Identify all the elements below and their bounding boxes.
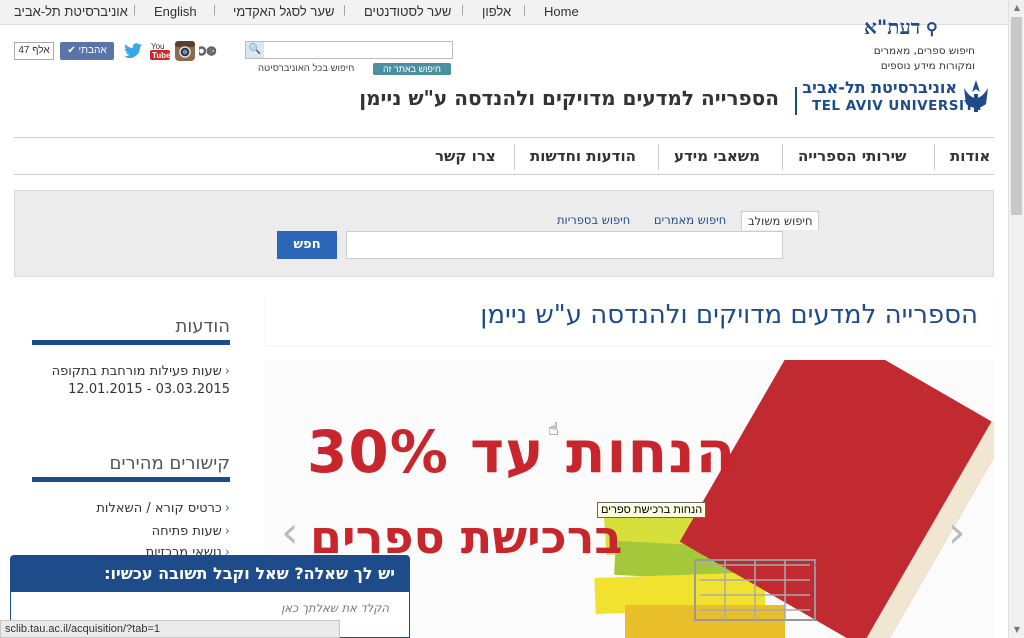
nav-about[interactable]: אודות: [950, 138, 990, 174]
announcement-text: שעות פעילות מורחבת בתקופה 03.03.2015 - 1…: [51, 364, 230, 397]
topbar-link-students[interactable]: שער לסטודנטים: [364, 4, 451, 19]
search-scope-site[interactable]: חיפוש באתר זה: [373, 63, 451, 75]
hand-cursor-icon: ☝: [548, 419, 559, 440]
nav-library-services[interactable]: שירותי הספרייה: [798, 138, 906, 174]
main-nav: אודות שירותי הספרייה משאבי מידע הודעות ו…: [14, 137, 994, 175]
bullet-icon: ‹: [224, 364, 230, 379]
separator: |: [343, 4, 346, 16]
nav-information-resources[interactable]: משאבי מידע: [674, 138, 760, 174]
quicklink-label: שעות פתיחה: [151, 524, 222, 539]
logo-divider: [795, 87, 797, 115]
quicklink-label: כרטיס קורא / השאלות: [96, 501, 222, 516]
svg-text:Tube: Tube: [152, 51, 171, 60]
announcements-rule: [32, 340, 230, 345]
logo-text-english: TEL AVIV UNIVERSITY: [812, 98, 985, 114]
quicklinks-rule: [32, 477, 230, 482]
separator: |: [461, 4, 464, 16]
nav-divider: [658, 144, 659, 170]
like-label: אהבתי: [78, 45, 107, 56]
university-logo[interactable]: אוניברסיטת תל-אביב TEL AVIV UNIVERSITY: [802, 78, 997, 118]
quicklinks-title: קישורים מהירים: [109, 453, 230, 474]
site-search-input[interactable]: [266, 42, 450, 58]
nav-divider: [514, 144, 515, 170]
search-icon[interactable]: 🔍: [246, 42, 264, 58]
status-bar-url: sclib.tau.ac.il/acquisition/?tab=1: [0, 620, 340, 638]
library-search-description: חיפוש ספרים, מאמרים ומקורות מידע נוספים: [873, 45, 975, 72]
chevron-right-icon[interactable]: ›: [948, 507, 966, 558]
library-search-input[interactable]: [347, 232, 782, 258]
instagram-icon[interactable]: [174, 40, 196, 62]
library-search-button[interactable]: חפש: [277, 231, 337, 259]
topbar-link-home[interactable]: Home: [544, 4, 579, 19]
youtube-icon[interactable]: You Tube: [149, 40, 171, 62]
chat-input[interactable]: הקלד את שאלתך כאן: [281, 601, 389, 615]
bullet-icon: ‹: [224, 524, 230, 539]
topbar-link-university[interactable]: אוניברסיטת תל-אביב: [14, 4, 128, 19]
facebook-like-button[interactable]: ✔ אהבתי: [60, 42, 114, 60]
chat-header[interactable]: יש לך שאלה? שאל וקבל תשובה עכשיו:: [11, 556, 409, 592]
vertical-scrollbar[interactable]: ▲ ▼: [1008, 0, 1024, 638]
chevron-left-icon[interactable]: ‹: [281, 507, 299, 558]
magnifier-icon: ⚲: [920, 19, 938, 38]
nav-divider: [782, 144, 783, 170]
separator: |: [213, 4, 216, 16]
announcement-item[interactable]: ‹שעות פעילות מורחבת בתקופה 03.03.2015 - …: [32, 363, 230, 399]
daat-logo-text: דעת"א: [864, 15, 921, 39]
search-scope-university[interactable]: חיפוש בכל האוניברסיטה: [258, 63, 354, 74]
top-links-bar: Home | אלפון | שער לסטודנטים | שער לסגל …: [0, 0, 1008, 25]
tab-combined-search[interactable]: חיפוש משולב: [741, 211, 820, 230]
scroll-down-arrow-icon[interactable]: ▼: [1009, 622, 1024, 638]
topbar-link-directory[interactable]: אלפון: [482, 4, 511, 19]
twitter-icon[interactable]: [122, 40, 144, 62]
separator: |: [523, 4, 526, 16]
nav-contact[interactable]: צרו קשר: [435, 138, 496, 174]
separator: |: [133, 4, 136, 16]
tab-articles-search[interactable]: חיפוש מאמרים: [654, 213, 726, 227]
quicklink-opening-hours[interactable]: ‹שעות פתיחה: [32, 524, 230, 539]
scrollbar-thumb[interactable]: [1011, 17, 1022, 215]
page-title: הספרייה למדעים מדויקים ולהנדסה ע"ש ניימן: [480, 300, 978, 330]
announcements-title: הודעות: [175, 316, 231, 337]
nav-news[interactable]: הודעות וחדשות: [530, 138, 636, 174]
page-heading-box: הספרייה למדעים מדויקים ולהנדסה ע"ש ניימן: [265, 293, 994, 345]
books-illustration: [594, 360, 994, 638]
bullet-icon: ‹: [224, 501, 230, 516]
link-icon[interactable]: [196, 40, 221, 62]
site-search-box: 🔍: [245, 41, 453, 59]
svg-text:You: You: [151, 42, 165, 51]
banner-headline: הנחות עד 30%: [307, 418, 737, 486]
scroll-up-arrow-icon[interactable]: ▲: [1009, 0, 1024, 16]
site-title[interactable]: הספרייה למדעים מדויקים ולהנדסה ע"ש ניימן: [339, 86, 779, 110]
library-search-box: [346, 231, 783, 259]
daat-logo[interactable]: דעת"א ⚲: [864, 15, 938, 40]
topbar-link-faculty[interactable]: שער לסגל האקדמי: [233, 4, 334, 19]
nav-divider: [934, 144, 935, 170]
banner-tooltip: הנחות ברכישת ספרים: [597, 502, 707, 518]
quicklink-reader-card[interactable]: ‹כרטיס קורא / השאלות: [32, 501, 230, 516]
logo-text-hebrew: אוניברסיטת תל-אביב: [802, 78, 957, 97]
facebook-like-count: 47 אלף: [14, 42, 54, 60]
tab-libraries-search[interactable]: חיפוש בספריות: [557, 213, 630, 227]
topbar-link-english[interactable]: English: [154, 4, 197, 19]
